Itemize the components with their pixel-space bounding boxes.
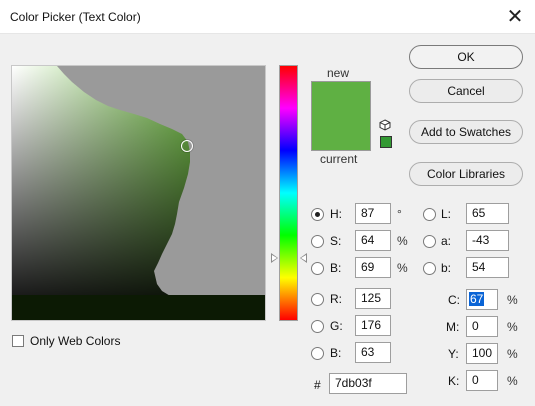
blue-label: B: xyxy=(330,346,342,360)
hue-input[interactable]: 87 xyxy=(355,203,391,224)
percent-unit: % xyxy=(397,261,408,275)
cyan-label: C: xyxy=(448,293,460,307)
blue-input[interactable]: 63 xyxy=(355,342,391,363)
red-radio[interactable] xyxy=(311,293,324,306)
hue-slider[interactable] xyxy=(279,65,298,321)
yellow-label: Y: xyxy=(448,347,459,361)
window-title: Color Picker (Text Color) xyxy=(10,10,141,24)
hue-slider-left-handle[interactable] xyxy=(271,253,278,263)
color-field-marker[interactable] xyxy=(181,140,193,152)
cancel-button[interactable]: Cancel xyxy=(409,79,523,103)
hex-input[interactable]: 7db03f xyxy=(329,373,407,394)
hex-label: # xyxy=(314,378,321,392)
brightness-label: B: xyxy=(330,261,342,275)
red-input[interactable]: 125 xyxy=(355,288,391,309)
hue-label: H: xyxy=(330,207,342,221)
current-color-label: current xyxy=(320,152,358,166)
lab-l-input[interactable]: 65 xyxy=(466,203,509,224)
percent-unit: % xyxy=(397,234,408,248)
percent-unit: % xyxy=(507,320,518,334)
green-input[interactable]: 176 xyxy=(355,315,391,336)
lab-l-label: L: xyxy=(441,207,452,221)
green-label: G: xyxy=(330,319,343,333)
close-icon[interactable]: ✕ xyxy=(503,5,527,29)
add-to-swatches-button[interactable]: Add to Swatches xyxy=(409,120,523,144)
black-label: K: xyxy=(448,374,460,388)
only-web-colors-checkbox[interactable] xyxy=(12,335,24,347)
color-field[interactable] xyxy=(11,65,266,321)
lab-l-radio[interactable] xyxy=(423,208,436,221)
degree-unit: ° xyxy=(397,207,402,221)
blue-radio[interactable] xyxy=(311,347,324,360)
ok-button[interactable]: OK xyxy=(409,45,523,69)
lab-b-radio[interactable] xyxy=(423,262,436,275)
brightness-input[interactable]: 69 xyxy=(355,257,391,278)
color-field-gradient xyxy=(12,66,265,320)
new-color-swatch xyxy=(311,81,371,117)
only-web-colors-label[interactable]: Only Web Colors xyxy=(30,334,120,348)
brightness-radio[interactable] xyxy=(311,262,324,275)
magenta-input[interactable]: 0 xyxy=(466,316,498,337)
lab-a-label: a: xyxy=(441,234,452,248)
hue-slider-right-handle[interactable] xyxy=(300,253,307,263)
saturation-label: S: xyxy=(330,234,342,248)
yellow-input[interactable]: 100 xyxy=(466,343,498,364)
lab-a-radio[interactable] xyxy=(423,235,436,248)
hue-radio[interactable] xyxy=(311,208,324,221)
cyan-input-selected-text: 67 xyxy=(469,292,485,306)
lab-a-input[interactable]: -43 xyxy=(466,230,509,251)
color-libraries-button[interactable]: Color Libraries xyxy=(409,162,523,186)
current-color-swatch[interactable] xyxy=(311,117,371,151)
red-label: R: xyxy=(330,292,342,306)
magenta-label: M: xyxy=(446,320,460,334)
websafe-color-swatch[interactable] xyxy=(380,136,392,148)
cyan-input[interactable]: 67 xyxy=(466,289,498,310)
lab-b-input[interactable]: 54 xyxy=(466,257,509,278)
percent-unit: % xyxy=(507,347,518,361)
saturation-radio[interactable] xyxy=(311,235,324,248)
green-radio[interactable] xyxy=(311,320,324,333)
percent-unit: % xyxy=(507,293,518,307)
black-input[interactable]: 0 xyxy=(466,370,498,391)
cube-icon[interactable] xyxy=(379,119,391,131)
new-color-label: new xyxy=(327,66,350,80)
percent-unit: % xyxy=(507,374,518,388)
saturation-input[interactable]: 64 xyxy=(355,230,391,251)
lab-b-label: b: xyxy=(441,261,452,275)
title-bar: Color Picker (Text Color) ✕ xyxy=(0,0,535,34)
